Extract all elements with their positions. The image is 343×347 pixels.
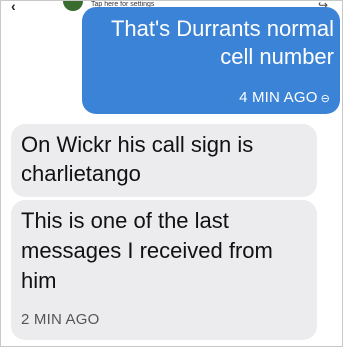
chat-window: ‹ Tap here for settings ↪ That's Durrant…	[0, 0, 343, 347]
message-timestamp: 2 MIN AGO	[21, 311, 100, 328]
message-text: This is one of the last messages I recei…	[21, 208, 273, 293]
message-meta: 4 MIN AGO ⊖	[239, 89, 330, 106]
message-bubble-incoming[interactable]: On Wickr his call sign is charlietango	[11, 124, 317, 197]
message-text: On Wickr his call sign is charlietango	[21, 132, 254, 186]
chevron-left-icon[interactable]: ‹	[11, 1, 16, 14]
message-text: That's Durrants normal cell number	[110, 16, 334, 69]
message-bubble-incoming[interactable]: This is one of the last messages I recei…	[11, 200, 317, 340]
message-bubble-outgoing[interactable]: That's Durrants normal cell number 4 MIN…	[82, 7, 340, 114]
avatar[interactable]	[63, 1, 83, 11]
message-timestamp: 4 MIN AGO	[239, 89, 318, 106]
link-icon: ⊖	[320, 92, 330, 105]
